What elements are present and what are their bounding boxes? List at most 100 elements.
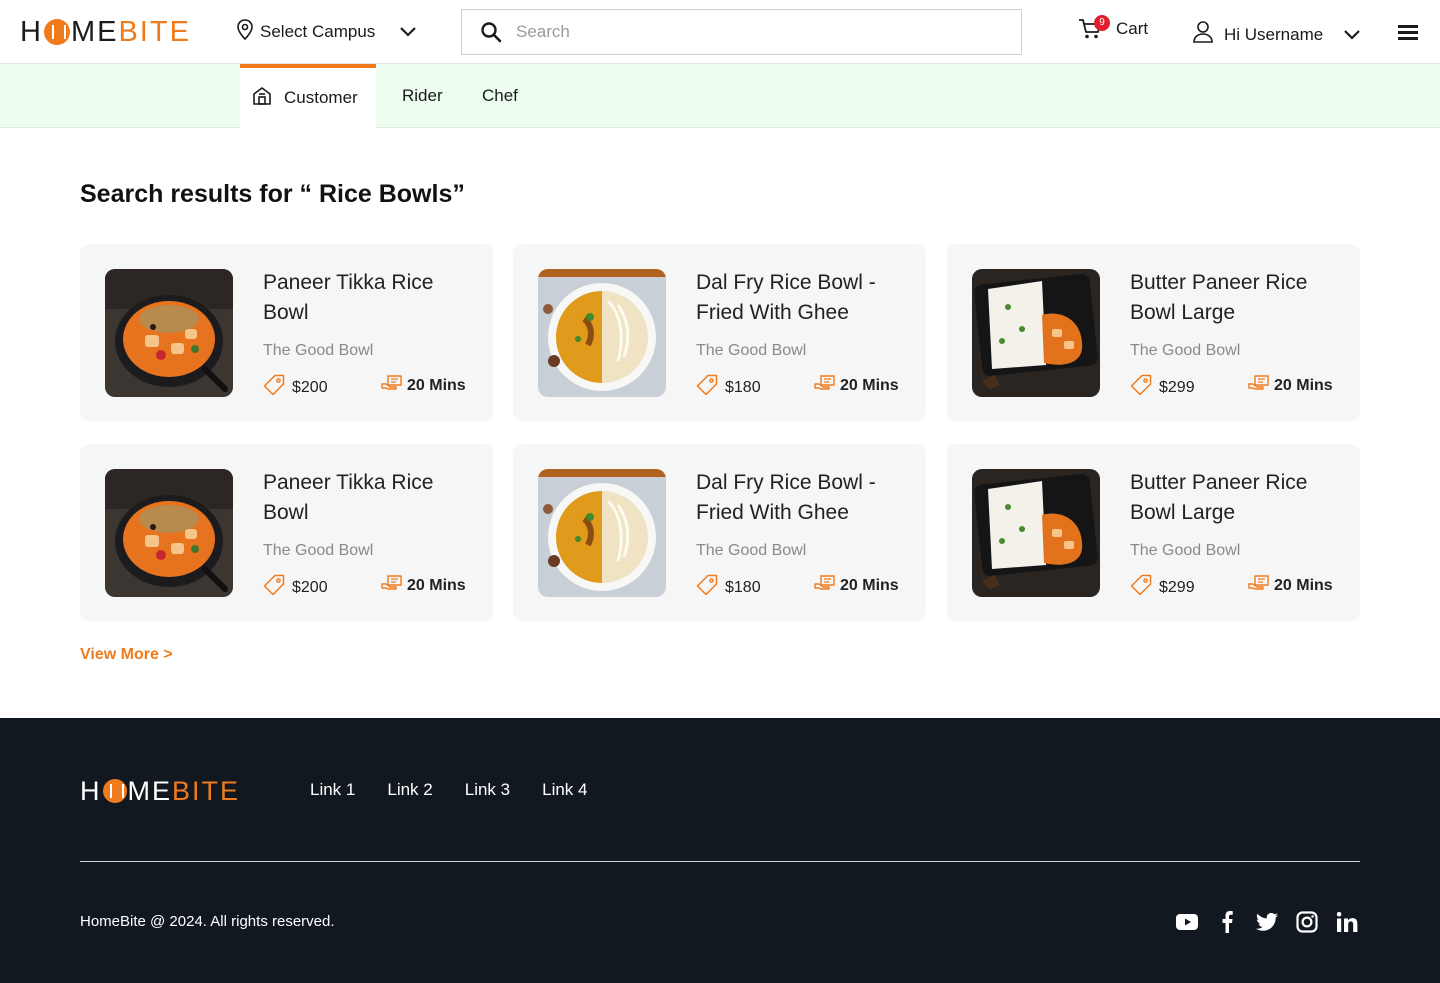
chevron-down-icon: [399, 22, 417, 42]
footer-link-1[interactable]: Link 1: [310, 780, 355, 800]
tab-chef[interactable]: Chef: [482, 64, 518, 128]
footer-divider: [80, 861, 1360, 862]
serving-hand-icon: [1248, 574, 1270, 597]
chevron-down-icon: [1343, 25, 1361, 45]
price-tag-icon: [696, 374, 718, 401]
logo-letters-me: ME: [127, 775, 172, 806]
select-campus-dropdown[interactable]: Select Campus: [236, 18, 417, 46]
hamburger-menu-icon[interactable]: [1398, 24, 1418, 40]
serving-hand-icon: [381, 574, 403, 597]
search-icon[interactable]: [480, 21, 502, 43]
price-info: $200: [263, 574, 328, 601]
youtube-icon[interactable]: [1176, 911, 1198, 933]
prep-time-info: 20 Mins: [381, 574, 466, 597]
linkedin-icon[interactable]: [1336, 911, 1358, 933]
food-image[interactable]: [105, 269, 233, 397]
cart-label: Cart: [1116, 19, 1149, 38]
role-tabs: Customer Rider Chef: [0, 64, 1440, 128]
prep-time-value: 20 Mins: [1274, 576, 1333, 594]
food-title[interactable]: Dal Fry Rice Bowl - Fried With Ghee: [696, 268, 906, 328]
twitter-icon[interactable]: [1256, 911, 1278, 933]
logo-letter-h: H: [20, 15, 43, 48]
tab-customer-label: Customer: [284, 88, 358, 107]
food-card[interactable]: Dal Fry Rice Bowl - Fried With Ghee The …: [513, 444, 926, 621]
cart-icon: 9: [1078, 15, 1110, 40]
footer-links: Link 1 Link 2 Link 3 Link 4: [310, 780, 588, 800]
logo-fork-spoon-icon: [102, 779, 127, 803]
price-tag-icon: [263, 574, 285, 601]
footer-logo[interactable]: H ME BITE: [80, 776, 240, 806]
tab-rider[interactable]: Rider: [402, 64, 443, 128]
food-card[interactable]: Dal Fry Rice Bowl - Fried With Ghee The …: [513, 244, 926, 421]
user-icon: [1192, 20, 1214, 49]
prep-time-value: 20 Mins: [407, 576, 466, 594]
price-info: $299: [1130, 574, 1195, 601]
vendor-name: The Good Bowl: [1130, 342, 1241, 359]
price-value: $180: [725, 378, 761, 396]
price-tag-icon: [1130, 374, 1152, 401]
food-title[interactable]: Butter Paneer Rice Bowl Large: [1130, 468, 1340, 528]
prep-time-info: 20 Mins: [1248, 374, 1333, 397]
view-more-link[interactable]: View More >: [80, 646, 173, 664]
food-title[interactable]: Dal Fry Rice Bowl - Fried With Ghee: [696, 468, 906, 528]
food-card[interactable]: Paneer Tikka Rice Bowl The Good Bowl $20…: [80, 444, 493, 621]
instagram-icon[interactable]: [1296, 911, 1318, 933]
copyright-text: HomeBite @ 2024. All rights reserved.: [80, 913, 335, 930]
price-value: $200: [292, 378, 328, 396]
social-links: [1176, 911, 1358, 933]
location-pin-icon: [236, 18, 254, 46]
price-tag-icon: [696, 574, 718, 601]
price-info: $200: [263, 374, 328, 401]
tab-customer[interactable]: Customer: [240, 64, 376, 128]
logo-letters-bite: BITE: [118, 15, 191, 48]
price-info: $180: [696, 574, 761, 601]
logo-letters-me: ME: [70, 15, 119, 48]
username-label: Hi Username: [1224, 24, 1324, 44]
vendor-name: The Good Bowl: [1130, 542, 1241, 559]
facebook-icon[interactable]: [1216, 911, 1238, 933]
user-menu[interactable]: Hi Username: [1192, 20, 1361, 49]
serving-hand-icon: [814, 574, 836, 597]
food-image[interactable]: [538, 269, 666, 397]
search-input[interactable]: [516, 22, 976, 42]
food-title[interactable]: Butter Paneer Rice Bowl Large: [1130, 268, 1340, 328]
footer: H ME BITE Link 1 Link 2 Link 3 Link 4 Ho…: [0, 718, 1440, 983]
food-image[interactable]: [105, 469, 233, 597]
serving-hand-icon: [381, 374, 403, 397]
prep-time-info: 20 Mins: [1248, 574, 1333, 597]
price-value: $200: [292, 578, 328, 596]
vendor-name: The Good Bowl: [263, 542, 374, 559]
food-card[interactable]: Butter Paneer Rice Bowl Large The Good B…: [947, 244, 1360, 421]
select-campus-label: Select Campus: [260, 22, 376, 41]
footer-link-4[interactable]: Link 4: [542, 780, 587, 800]
food-image[interactable]: [972, 269, 1100, 397]
homebite-logo[interactable]: H ME BITE: [20, 16, 191, 48]
price-value: $299: [1159, 378, 1195, 396]
food-image[interactable]: [538, 469, 666, 597]
store-icon: [252, 86, 272, 111]
food-title[interactable]: Paneer Tikka Rice Bowl: [263, 268, 473, 328]
vendor-name: The Good Bowl: [696, 542, 807, 559]
price-tag-icon: [1130, 574, 1152, 601]
serving-hand-icon: [1248, 374, 1270, 397]
cart-count-badge: 9: [1094, 15, 1110, 31]
food-card[interactable]: Paneer Tikka Rice Bowl The Good Bowl $20…: [80, 244, 493, 421]
serving-hand-icon: [814, 374, 836, 397]
price-value: $299: [1159, 578, 1195, 596]
food-title[interactable]: Paneer Tikka Rice Bowl: [263, 468, 473, 528]
top-header: H ME BITE Select Campus 9 Cart Hi Userna…: [0, 0, 1440, 64]
prep-time-info: 20 Mins: [381, 374, 466, 397]
prep-time-value: 20 Mins: [840, 376, 899, 394]
search-box[interactable]: [461, 9, 1022, 55]
logo-letter-h: H: [80, 775, 102, 806]
vendor-name: The Good Bowl: [263, 342, 374, 359]
page-title: Search results for “ Rice Bowls”: [80, 180, 465, 208]
vendor-name: The Good Bowl: [696, 342, 807, 359]
cart-button[interactable]: 9 Cart: [1078, 15, 1149, 40]
footer-link-2[interactable]: Link 2: [387, 780, 432, 800]
footer-link-3[interactable]: Link 3: [465, 780, 510, 800]
prep-time-info: 20 Mins: [814, 374, 899, 397]
prep-time-value: 20 Mins: [840, 576, 899, 594]
food-card[interactable]: Butter Paneer Rice Bowl Large The Good B…: [947, 444, 1360, 621]
food-image[interactable]: [972, 469, 1100, 597]
